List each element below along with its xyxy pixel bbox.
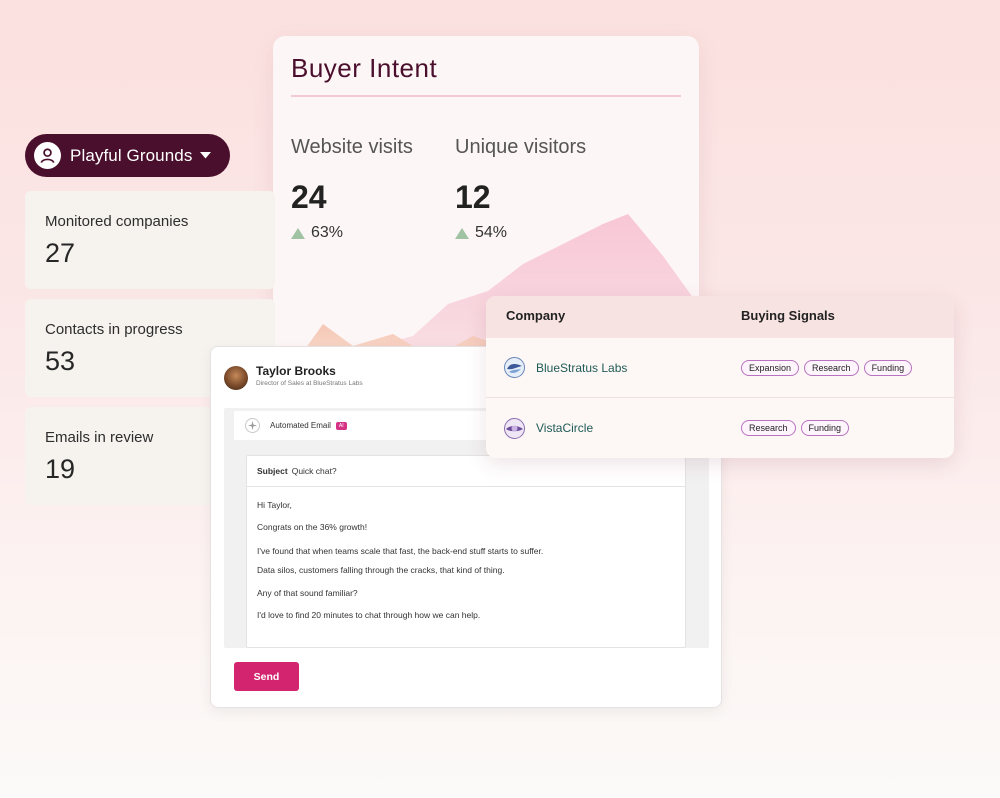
- signal-tag: Research: [741, 420, 796, 436]
- subject-row[interactable]: Subject Quick chat?: [247, 456, 685, 487]
- email-line: Data silos, customers falling through th…: [257, 565, 505, 575]
- email-line: Any of that sound familiar?: [257, 588, 358, 598]
- metric-change: 54%: [455, 224, 586, 242]
- triangle-up-icon: [291, 227, 305, 239]
- metric-change-value: 63%: [311, 224, 344, 241]
- send-button[interactable]: Send: [234, 662, 299, 691]
- metric-label: Website visits: [291, 136, 413, 158]
- sparkle-icon: [245, 418, 260, 433]
- buying-signal-tags: Research Funding: [741, 420, 850, 436]
- metric-value: 24: [291, 179, 327, 215]
- sender-name: Taylor Brooks: [256, 364, 336, 378]
- chevron-down-icon: [200, 152, 212, 159]
- email-line: I've found that when teams scale that fa…: [257, 546, 544, 556]
- metric-value: 12: [455, 179, 491, 215]
- metric-label: Unique visitors: [455, 136, 587, 158]
- stat-label: Contacts in progress: [45, 321, 183, 338]
- ai-badge: AI: [335, 421, 347, 430]
- avatar: [224, 366, 248, 390]
- user-circle-icon: [34, 142, 61, 169]
- metric-unique-visitors: Unique visitors 12 54%: [455, 136, 586, 242]
- table-header: Company Buying Signals: [486, 296, 954, 338]
- signal-tag: Expansion: [741, 359, 800, 376]
- table-row[interactable]: VistaCircle Research Funding: [486, 398, 954, 458]
- company-logo-icon: [504, 357, 525, 378]
- email-body[interactable]: Subject Quick chat? Hi Taylor, Congrats …: [246, 455, 686, 648]
- divider: [291, 95, 681, 97]
- account-switcher[interactable]: Playful Grounds: [25, 134, 230, 177]
- subject-label: Subject: [257, 466, 288, 476]
- metric-website-visits: Website visits 24 63%: [291, 136, 413, 242]
- column-header-company: Company: [506, 308, 566, 323]
- panel-title: Buyer Intent: [291, 53, 438, 83]
- account-name: Playful Grounds: [70, 145, 193, 165]
- signal-tag: Research: [804, 359, 859, 376]
- companies-table: Company Buying Signals BlueStratus Labs …: [486, 296, 954, 458]
- column-header-buying-signals: Buying Signals: [741, 308, 835, 323]
- table-row[interactable]: BlueStratus Labs Expansion Research Fund…: [486, 338, 954, 398]
- buying-signal-tags: Expansion Research Funding: [741, 359, 913, 376]
- subject-value: Quick chat?: [291, 466, 337, 476]
- signal-tag: Funding: [863, 359, 913, 376]
- email-line: Hi Taylor,: [257, 500, 292, 510]
- sender-role: Director of Sales at BlueStratus Labs: [256, 380, 363, 387]
- email-line: Congrats on the 36% growth!: [257, 522, 368, 532]
- stat-label: Monitored companies: [45, 213, 189, 230]
- stat-card-monitored-companies: Monitored companies 27: [25, 191, 275, 289]
- stat-value: 27: [45, 238, 76, 268]
- triangle-up-icon: [455, 227, 469, 239]
- company-name[interactable]: BlueStratus Labs: [536, 361, 627, 375]
- email-line: I'd love to find 20 minutes to chat thro…: [257, 610, 481, 620]
- metric-change-value: 54%: [475, 224, 508, 241]
- company-name[interactable]: VistaCircle: [536, 421, 593, 435]
- email-type-label: Automated Email: [270, 421, 331, 430]
- company-logo-icon: [504, 417, 525, 439]
- metric-change: 63%: [291, 224, 413, 242]
- signal-tag: Funding: [800, 420, 850, 436]
